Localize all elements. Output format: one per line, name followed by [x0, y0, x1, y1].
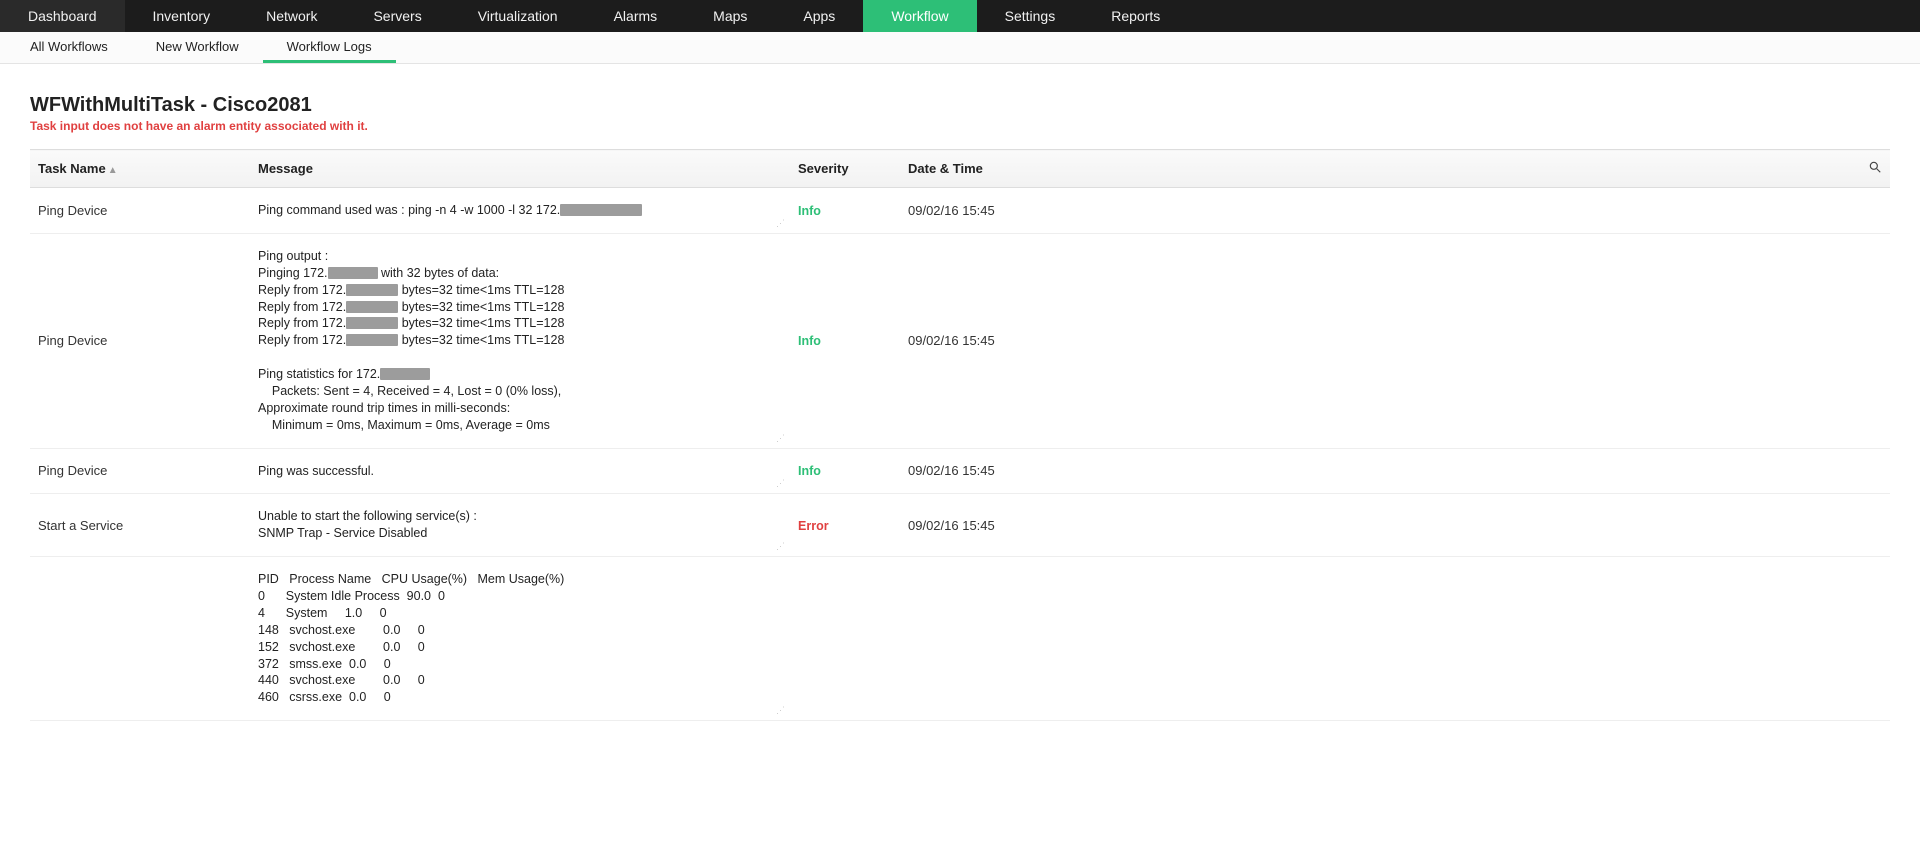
search-icon: [1868, 160, 1882, 174]
severity-badge: Info: [798, 204, 821, 218]
col-header-task[interactable]: Task Name▲: [30, 150, 250, 188]
redacted-ip: [560, 204, 642, 216]
redacted-ip: [346, 284, 398, 296]
cell-datetime: 09/02/16 15:45: [900, 233, 1890, 448]
topnav-item-dashboard[interactable]: Dashboard: [0, 0, 125, 32]
cell-message: Ping was successful.⋰: [250, 448, 790, 494]
message-text: Unable to start the following service(s)…: [258, 508, 782, 542]
redacted-ip: [346, 317, 398, 329]
message-text: Ping output : Pinging 172. with 32 bytes…: [258, 248, 782, 434]
col-header-severity[interactable]: Severity: [790, 150, 900, 188]
table-row: Ping Device Ping command used was : ping …: [30, 188, 1890, 234]
topnav: DashboardInventoryNetworkServersVirtuali…: [0, 0, 1920, 32]
sort-asc-icon: ▲: [108, 165, 118, 176]
message-text: Ping was successful.: [258, 463, 782, 480]
topnav-item-workflow[interactable]: Workflow: [863, 0, 976, 32]
topnav-item-apps[interactable]: Apps: [775, 0, 863, 32]
cell-task: Start a Service: [30, 494, 250, 557]
severity-badge: Info: [798, 464, 821, 478]
topnav-item-network[interactable]: Network: [238, 0, 345, 32]
subnav-item-new-workflow[interactable]: New Workflow: [132, 32, 263, 63]
cell-task: Ping Device: [30, 448, 250, 494]
topnav-item-servers[interactable]: Servers: [345, 0, 449, 32]
cell-severity: Info: [790, 188, 900, 234]
redacted-ip: [328, 267, 378, 279]
message-text: PID Process Name CPU Usage(%) Mem Usage(…: [258, 571, 782, 706]
cell-task: Ping Device: [30, 233, 250, 448]
redacted-ip: [346, 334, 398, 346]
resize-handle-icon: ⋰: [776, 705, 784, 716]
cell-message: Unable to start the following service(s)…: [250, 494, 790, 557]
col-header-severity-label: Severity: [798, 161, 849, 176]
severity-badge: Info: [798, 334, 821, 348]
cell-message: PID Process Name CPU Usage(%) Mem Usage(…: [250, 557, 790, 721]
resize-handle-icon: ⋰: [776, 478, 784, 489]
redacted-ip: [380, 368, 430, 380]
col-header-task-label: Task Name: [38, 161, 106, 176]
cell-severity: [790, 557, 900, 721]
cell-task: Ping Device: [30, 188, 250, 234]
resize-handle-icon: ⋰: [776, 218, 784, 229]
subnav-item-all-workflows[interactable]: All Workflows: [6, 32, 132, 63]
cell-datetime: [900, 557, 1890, 721]
topnav-item-virtualization[interactable]: Virtualization: [450, 0, 586, 32]
col-header-datetime[interactable]: Date & Time: [900, 150, 1850, 188]
topnav-item-maps[interactable]: Maps: [685, 0, 775, 32]
cell-severity: Error: [790, 494, 900, 557]
redacted-ip: [346, 301, 398, 313]
subnav-item-workflow-logs[interactable]: Workflow Logs: [263, 32, 396, 63]
col-header-datetime-label: Date & Time: [908, 161, 983, 176]
subnav: All WorkflowsNew WorkflowWorkflow Logs: [0, 32, 1920, 64]
table-row: Ping DevicePing output : Pinging 172. wi…: [30, 233, 1890, 448]
topnav-item-inventory[interactable]: Inventory: [125, 0, 239, 32]
cell-datetime: 09/02/16 15:45: [900, 494, 1890, 557]
severity-badge: Error: [798, 519, 829, 533]
resize-handle-icon: ⋰: [776, 433, 784, 444]
resize-handle-icon: ⋰: [776, 541, 784, 552]
cell-severity: Info: [790, 448, 900, 494]
table-row: Ping DevicePing was successful.⋰Info09/0…: [30, 448, 1890, 494]
table-row: PID Process Name CPU Usage(%) Mem Usage(…: [30, 557, 1890, 721]
cell-datetime: 09/02/16 15:45: [900, 448, 1890, 494]
log-table: Task Name▲ Message Severity Date & Time …: [30, 149, 1890, 721]
log-table-body: Ping Device Ping command used was : ping …: [30, 188, 1890, 721]
col-header-search[interactable]: [1850, 150, 1890, 188]
page-error: Task input does not have an alarm entity…: [30, 119, 1890, 133]
page-content: WFWithMultiTask - Cisco2081 Task input d…: [0, 64, 1920, 851]
topnav-item-reports[interactable]: Reports: [1083, 0, 1188, 32]
message-text: Ping command used was : ping -n 4 -w 100…: [258, 202, 782, 219]
cell-task: [30, 557, 250, 721]
cell-severity: Info: [790, 233, 900, 448]
table-row: Start a ServiceUnable to start the follo…: [30, 494, 1890, 557]
topnav-item-alarms[interactable]: Alarms: [586, 0, 686, 32]
cell-message: Ping output : Pinging 172. with 32 bytes…: [250, 233, 790, 448]
topnav-item-settings[interactable]: Settings: [977, 0, 1084, 32]
cell-message: Ping command used was : ping -n 4 -w 100…: [250, 188, 790, 234]
col-header-message[interactable]: Message: [250, 150, 790, 188]
col-header-message-label: Message: [258, 161, 313, 176]
page-title: WFWithMultiTask - Cisco2081: [30, 94, 1890, 117]
cell-datetime: 09/02/16 15:45: [900, 188, 1890, 234]
